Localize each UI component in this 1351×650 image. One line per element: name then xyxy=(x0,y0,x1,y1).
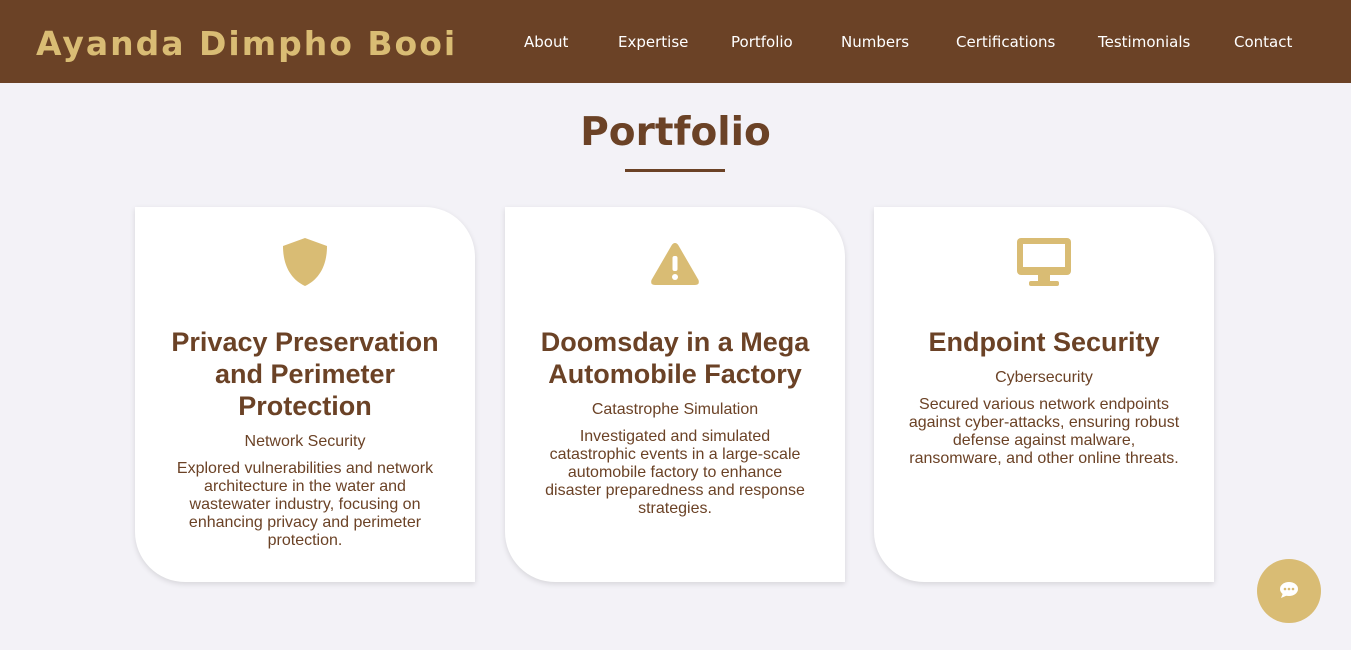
desktop-icon xyxy=(874,237,1214,291)
nav-link-portfolio[interactable]: Portfolio xyxy=(731,31,793,53)
card-subtitle: Network Security xyxy=(244,433,366,450)
card-description: Secured various network endpoints agains… xyxy=(908,396,1180,467)
nav-link-numbers[interactable]: Numbers xyxy=(841,31,909,53)
nav-link-expertise[interactable]: Expertise xyxy=(618,31,688,53)
shield-icon xyxy=(135,237,475,291)
card-description: Investigated and simulated catastrophic … xyxy=(545,428,805,517)
portfolio-card-doomsday[interactable]: Doomsday in a Mega Automobile Factory Ca… xyxy=(505,207,845,582)
portfolio-card-privacy[interactable]: Privacy Preservation and Perimeter Prote… xyxy=(135,207,475,582)
card-description: Explored vulnerabilities and network arc… xyxy=(176,460,434,549)
site-brand[interactable]: Ayanda Dimpho Booi xyxy=(36,22,457,66)
nav-link-about[interactable]: About xyxy=(524,31,568,53)
card-title: Doomsday in a Mega Automobile Factory xyxy=(540,327,810,389)
chat-icon xyxy=(1279,581,1299,602)
top-navbar: Ayanda Dimpho Booi About Expertise Portf… xyxy=(0,0,1351,83)
card-title: Privacy Preservation and Perimeter Prote… xyxy=(171,327,439,421)
portfolio-card-endpoint[interactable]: Endpoint Security Cybersecurity Secured … xyxy=(874,207,1214,582)
nav-link-contact[interactable]: Contact xyxy=(1234,31,1292,53)
title-underline xyxy=(625,169,725,172)
chat-button[interactable] xyxy=(1257,559,1321,623)
warning-icon xyxy=(505,237,845,291)
card-subtitle: Cybersecurity xyxy=(995,369,1093,386)
nav-link-testimonials[interactable]: Testimonials xyxy=(1098,31,1190,53)
section-title: Portfolio xyxy=(580,110,771,155)
nav-link-certifications[interactable]: Certifications xyxy=(956,31,1055,53)
card-title: Endpoint Security xyxy=(928,327,1160,357)
card-subtitle: Catastrophe Simulation xyxy=(591,401,759,418)
